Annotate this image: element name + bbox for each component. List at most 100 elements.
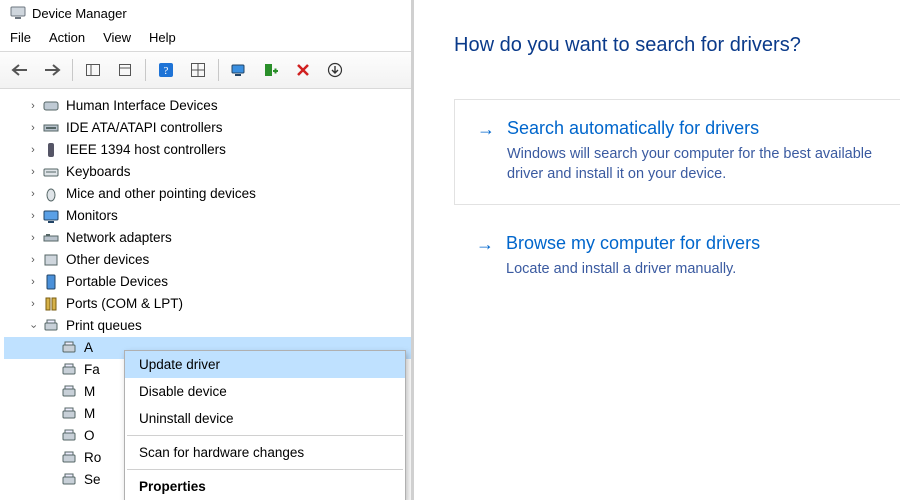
context-menu-separator xyxy=(127,469,403,470)
printer-icon xyxy=(60,339,78,357)
expand-icon[interactable]: › xyxy=(26,277,40,288)
context-menu-separator xyxy=(127,435,403,436)
tree-node-print-queues[interactable]: › Print queues xyxy=(4,315,411,337)
tree-label: M xyxy=(84,385,95,399)
keyboard-icon xyxy=(42,163,60,181)
action-button[interactable] xyxy=(184,56,212,84)
forward-button[interactable] xyxy=(38,56,66,84)
expand-icon[interactable]: › xyxy=(26,189,40,200)
add-legacy-button[interactable] xyxy=(257,56,285,84)
tree-label: Print queues xyxy=(66,319,142,333)
printer-icon xyxy=(60,405,78,423)
expand-icon[interactable]: › xyxy=(26,211,40,222)
option-description: Windows will search your computer for th… xyxy=(477,145,879,184)
tree-label: Ports (COM & LPT) xyxy=(66,297,183,311)
tree-label: A xyxy=(84,341,93,355)
menu-action[interactable]: Action xyxy=(49,30,85,45)
expand-icon[interactable]: › xyxy=(26,123,40,134)
show-hide-tree-button[interactable] xyxy=(79,56,107,84)
expand-icon[interactable]: › xyxy=(26,233,40,244)
expand-icon[interactable]: › xyxy=(26,167,40,178)
ide-icon xyxy=(42,119,60,137)
tree-label: Human Interface Devices xyxy=(66,99,218,113)
hid-icon xyxy=(42,97,60,115)
option-browse-computer[interactable]: → Browse my computer for drivers Locate … xyxy=(454,231,900,300)
tree-node-keyboards[interactable]: › Keyboards xyxy=(4,161,411,183)
tree-label: IEEE 1394 host controllers xyxy=(66,143,226,157)
tree-label: M xyxy=(84,407,95,421)
tree-node-portable[interactable]: › Portable Devices xyxy=(4,271,411,293)
tree-node-monitors[interactable]: › Monitors xyxy=(4,205,411,227)
tree-node-mice[interactable]: › Mice and other pointing devices xyxy=(4,183,411,205)
mouse-icon xyxy=(42,185,60,203)
tree-label: O xyxy=(84,429,95,443)
tree-label: Mice and other pointing devices xyxy=(66,187,256,201)
other-icon xyxy=(42,251,60,269)
option-title: Browse my computer for drivers xyxy=(506,233,760,254)
context-menu: Update driver Disable device Uninstall d… xyxy=(124,350,406,500)
tree-node-hid[interactable]: › Human Interface Devices xyxy=(4,95,411,117)
tree-label: Network adapters xyxy=(66,231,172,245)
ctx-properties[interactable]: Properties xyxy=(125,473,405,500)
tree-node-ports[interactable]: › Ports (COM & LPT) xyxy=(4,293,411,315)
ctx-scan-hardware[interactable]: Scan for hardware changes xyxy=(125,439,405,466)
tree-label: Other devices xyxy=(66,253,149,267)
network-icon xyxy=(42,229,60,247)
toolbar-separator xyxy=(218,59,219,81)
toolbar: ? xyxy=(0,51,411,89)
monitor-icon xyxy=(42,207,60,225)
printer-icon xyxy=(60,471,78,489)
option-search-automatically[interactable]: → Search automatically for drivers Windo… xyxy=(454,99,900,205)
scan-hardware-button[interactable] xyxy=(225,56,253,84)
menu-help[interactable]: Help xyxy=(149,30,176,45)
printer-icon xyxy=(60,449,78,467)
tree-label: Monitors xyxy=(66,209,118,223)
title-bar: Device Manager xyxy=(0,0,411,26)
ports-icon xyxy=(42,295,60,313)
uninstall-button[interactable] xyxy=(289,56,317,84)
expand-icon[interactable]: › xyxy=(26,255,40,266)
collapse-icon[interactable]: › xyxy=(28,319,39,333)
ctx-uninstall[interactable]: Uninstall device xyxy=(125,405,405,432)
tree-node-other[interactable]: › Other devices xyxy=(4,249,411,271)
option-title: Search automatically for drivers xyxy=(507,118,759,139)
printer-icon xyxy=(60,361,78,379)
toolbar-separator xyxy=(145,59,146,81)
expand-icon[interactable]: › xyxy=(26,101,40,112)
device-manager-window: Device Manager File Action View Help xyxy=(0,0,414,500)
tree-node-ieee1394[interactable]: › IEEE 1394 host controllers xyxy=(4,139,411,161)
tree-label: Fa xyxy=(84,363,100,377)
tree-label: Portable Devices xyxy=(66,275,168,289)
expand-icon[interactable]: › xyxy=(26,145,40,156)
tree-node-ide[interactable]: › IDE ATA/ATAPI controllers xyxy=(4,117,411,139)
tree-label: Keyboards xyxy=(66,165,131,179)
wizard-heading: How do you want to search for drivers? xyxy=(454,34,900,57)
menu-view[interactable]: View xyxy=(103,30,131,45)
firewire-icon xyxy=(42,141,60,159)
expand-icon[interactable]: › xyxy=(26,299,40,310)
back-button[interactable] xyxy=(6,56,34,84)
tree-node-network[interactable]: › Network adapters xyxy=(4,227,411,249)
device-manager-icon xyxy=(10,5,26,21)
tree-label: Se xyxy=(84,473,101,487)
tree-label: IDE ATA/ATAPI controllers xyxy=(66,121,223,135)
printer-icon xyxy=(42,317,60,335)
menu-file[interactable]: File xyxy=(10,30,31,45)
option-description: Locate and install a driver manually. xyxy=(476,260,880,280)
portable-icon xyxy=(42,273,60,291)
tree-label: Ro xyxy=(84,451,101,465)
arrow-right-icon: → xyxy=(477,120,495,138)
update-driver-wizard: How do you want to search for drivers? →… xyxy=(414,0,900,500)
update-driver-button[interactable] xyxy=(321,56,349,84)
printer-icon xyxy=(60,427,78,445)
printer-icon xyxy=(60,383,78,401)
help-button[interactable]: ? xyxy=(152,56,180,84)
properties-button[interactable] xyxy=(111,56,139,84)
window-title: Device Manager xyxy=(32,6,127,21)
menu-bar: File Action View Help xyxy=(0,26,411,51)
ctx-disable-device[interactable]: Disable device xyxy=(125,378,405,405)
arrow-right-icon: → xyxy=(476,235,494,253)
ctx-update-driver[interactable]: Update driver xyxy=(125,351,405,378)
toolbar-separator xyxy=(72,59,73,81)
svg-text:?: ? xyxy=(164,65,169,77)
